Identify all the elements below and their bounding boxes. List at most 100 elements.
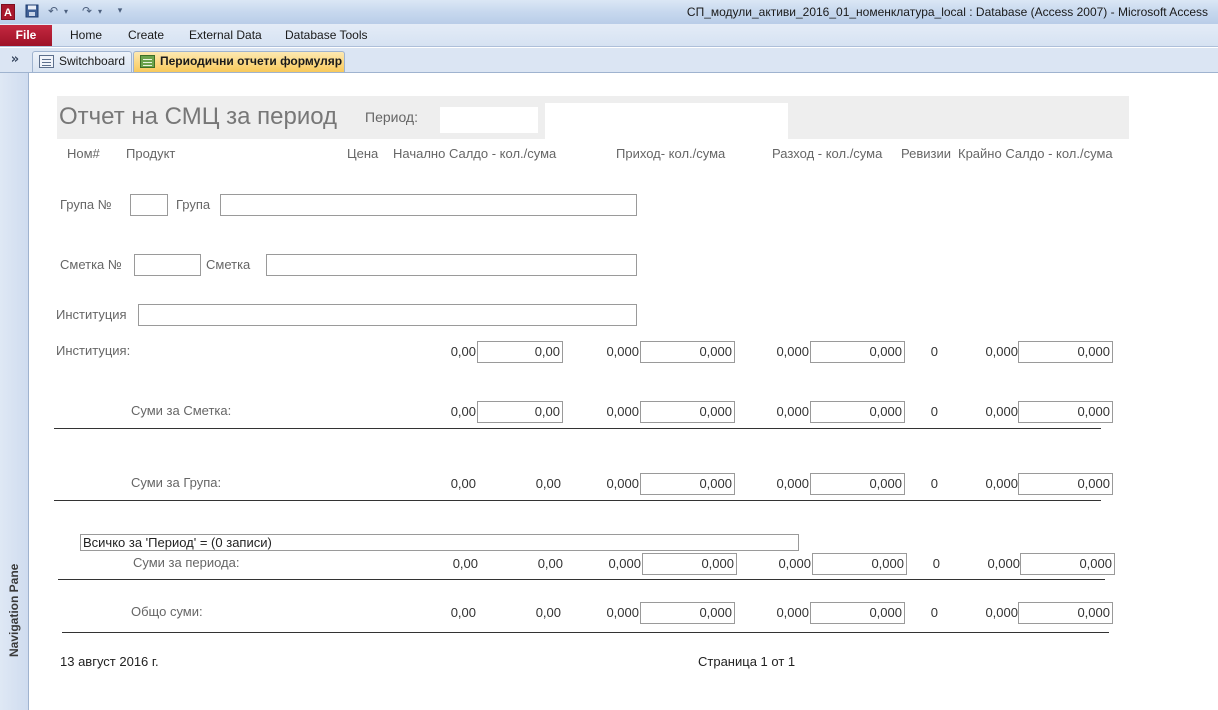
account-no-field (134, 254, 201, 276)
col-opening-header: Начално Салдо - кол./сума (393, 146, 557, 161)
redo-icon[interactable]: ↷ (80, 4, 94, 19)
access-app-icon[interactable]: A (1, 4, 15, 20)
period-totals-label: Суми за периода: (133, 555, 240, 570)
tab-switchboard-label: Switchboard (59, 54, 126, 68)
institution-income-qty: 0,000 (606, 344, 639, 359)
expand-nav-pane-icon[interactable]: » (2, 50, 28, 70)
redo-dropdown-icon[interactable]: ▾ (96, 4, 104, 19)
tab-periodic-reports-form[interactable]: Периодични отчети формуляр (133, 51, 345, 72)
undo-icon[interactable]: ↶ (46, 4, 60, 19)
account-no-label: Сметка № (60, 257, 122, 272)
period-expense-sum: 0,000 (812, 553, 907, 575)
institution-closing-qty: 0,000 (985, 344, 1018, 359)
account-divider (54, 428, 1101, 429)
col-expense-header: Разход - кол./сума (772, 146, 883, 161)
account-closing-qty: 0,000 (985, 404, 1018, 419)
period-closing-sum: 0,000 (1020, 553, 1115, 575)
account-revisions: 0 (930, 404, 938, 419)
report-icon (140, 55, 155, 68)
group-income-sum: 0,000 (640, 473, 735, 495)
tab-periodic-reports-label: Периодични отчети формуляр (160, 54, 343, 68)
tab-create[interactable]: Create (128, 28, 164, 42)
institution-expense-sum: 0,000 (810, 341, 905, 363)
account-name-field (266, 254, 637, 276)
tab-external-data[interactable]: External Data (189, 28, 262, 42)
customize-qat-icon[interactable]: ▾ (113, 4, 127, 19)
period-revisions: 0 (932, 556, 940, 571)
col-num-header: Ном# (67, 146, 100, 161)
col-income-header: Приход- кол./сума (616, 146, 726, 161)
period-summary-text: Всичко за 'Период' = (0 записи) (80, 534, 799, 551)
account-opening-qty: 0,00 (450, 404, 476, 419)
group-opening-qty: 0,00 (450, 476, 476, 491)
window-title: СП_модули_активи_2016_01_номенклатура_lo… (686, 5, 1208, 19)
institution-revisions: 0 (930, 344, 938, 359)
institution-label: Институция (56, 307, 127, 322)
group-opening-sum: 0,00 (535, 476, 561, 491)
tab-database-tools[interactable]: Database Tools (285, 28, 368, 42)
period-from-field (440, 107, 538, 133)
account-income-sum: 0,000 (640, 401, 735, 423)
group-no-field (130, 194, 168, 216)
ribbon-tabs: File Home Create External Data Database … (0, 24, 1218, 47)
period-closing-qty: 0,000 (987, 556, 1020, 571)
total-opening-sum: 0,00 (535, 605, 561, 620)
account-totals-label: Суми за Сметка: (131, 403, 232, 418)
group-totals-label: Суми за Група: (131, 475, 222, 490)
footer-page-number: Страница 1 от 1 (698, 654, 796, 669)
grand-totals-label: Общо суми: (131, 604, 203, 619)
group-label: Група (176, 197, 211, 212)
report-title: Отчет на СМЦ за период (59, 103, 338, 130)
form-icon (39, 55, 54, 68)
title-bar: A ↶ ▾ ↷ ▾ ▾ СП_модули_активи_2016_01_ном… (0, 0, 1218, 24)
total-closing-sum: 0,000 (1018, 602, 1113, 624)
institution-totals-label: Институция: (56, 343, 131, 358)
col-closing-header: Крайно Салдо - кол./сума (958, 146, 1113, 161)
account-opening-sum: 0,00 (477, 401, 563, 423)
institution-opening-sum: 0,00 (477, 341, 563, 363)
group-expense-sum: 0,000 (810, 473, 905, 495)
save-icon[interactable] (25, 4, 39, 19)
col-price-header: Цена (347, 146, 379, 161)
total-closing-qty: 0,000 (985, 605, 1018, 620)
group-name-field (220, 194, 637, 216)
undo-dropdown-icon[interactable]: ▾ (62, 4, 70, 19)
account-label: Сметка (206, 257, 251, 272)
group-revisions: 0 (930, 476, 938, 491)
institution-opening-qty: 0,00 (450, 344, 476, 359)
total-expense-qty: 0,000 (776, 605, 809, 620)
period-to-field (545, 103, 788, 139)
file-tab[interactable]: File (0, 25, 52, 46)
document-tabs: Switchboard Периодични отчети формуляр (0, 48, 1218, 73)
tab-switchboard[interactable]: Switchboard (32, 51, 132, 72)
period-expense-qty: 0,000 (778, 556, 811, 571)
report-view: Отчет на СМЦ за период Период: Ном# Прод… (30, 73, 1218, 710)
footer-date: 13 август 2016 г. (60, 654, 159, 669)
group-closing-sum: 0,000 (1018, 473, 1113, 495)
tab-home[interactable]: Home (70, 28, 102, 42)
total-expense-sum: 0,000 (810, 602, 905, 624)
period-opening-sum: 0,00 (537, 556, 563, 571)
total-income-sum: 0,000 (640, 602, 735, 624)
total-revisions: 0 (930, 605, 938, 620)
col-product-header: Продукт (126, 146, 176, 161)
group-closing-qty: 0,000 (985, 476, 1018, 491)
total-income-qty: 0,000 (606, 605, 639, 620)
account-expense-qty: 0,000 (776, 404, 809, 419)
col-revisions-header: Ревизии (901, 146, 951, 161)
period-opening-qty: 0,00 (452, 556, 478, 571)
account-closing-sum: 0,000 (1018, 401, 1113, 423)
institution-income-sum: 0,000 (640, 341, 735, 363)
institution-closing-sum: 0,000 (1018, 341, 1113, 363)
period-income-qty: 0,000 (608, 556, 641, 571)
period-income-sum: 0,000 (642, 553, 737, 575)
total-divider (62, 632, 1109, 633)
account-income-qty: 0,000 (606, 404, 639, 419)
period-divider (58, 579, 1105, 580)
total-opening-qty: 0,00 (450, 605, 476, 620)
period-label: Период: (365, 109, 418, 125)
group-income-qty: 0,000 (606, 476, 639, 491)
navigation-pane-label[interactable]: Navigation Pane (7, 564, 21, 657)
group-divider (54, 500, 1101, 501)
group-no-label: Група № (60, 197, 112, 212)
